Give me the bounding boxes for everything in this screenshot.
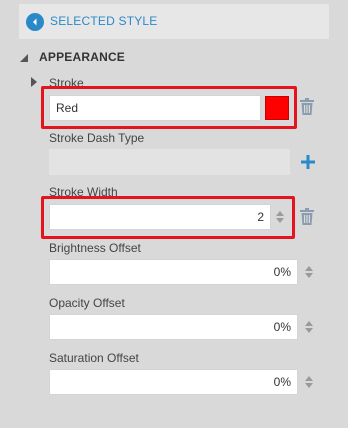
spinner-icon[interactable] bbox=[304, 375, 314, 389]
saturation-offset-label: Saturation Offset bbox=[49, 351, 139, 365]
opacity-offset-label: Opacity Offset bbox=[49, 296, 125, 310]
brightness-offset-label: Brightness Offset bbox=[49, 241, 141, 255]
plus-icon[interactable] bbox=[298, 152, 318, 172]
caret-down-icon[interactable] bbox=[19, 53, 29, 63]
selected-style-header[interactable]: SELECTED STYLE bbox=[19, 4, 329, 39]
spinner-icon[interactable] bbox=[304, 320, 314, 334]
stroke-width-input[interactable]: 2 bbox=[49, 204, 271, 230]
caret-right-icon[interactable] bbox=[29, 76, 39, 88]
brightness-offset-input[interactable]: 0% bbox=[49, 259, 298, 285]
saturation-offset-value: 0% bbox=[273, 375, 291, 389]
brightness-offset-value: 0% bbox=[273, 265, 291, 279]
saturation-offset-input[interactable]: 0% bbox=[49, 369, 298, 395]
stroke-width-value: 2 bbox=[257, 210, 264, 224]
stroke-color-input[interactable]: Red bbox=[49, 95, 261, 121]
opacity-offset-value: 0% bbox=[273, 320, 291, 334]
stroke-value: Red bbox=[56, 101, 79, 115]
opacity-offset-input[interactable]: 0% bbox=[49, 314, 298, 340]
spinner-icon[interactable] bbox=[275, 210, 285, 224]
stroke-dash-type-field[interactable] bbox=[49, 149, 290, 175]
style-properties-panel: SELECTED STYLE APPEARANCE Stroke Red Str… bbox=[0, 0, 348, 428]
stroke-color-swatch[interactable] bbox=[265, 96, 289, 120]
stroke-dash-type-label: Stroke Dash Type bbox=[49, 131, 145, 145]
header-title: SELECTED STYLE bbox=[50, 14, 158, 28]
spinner-icon[interactable] bbox=[304, 265, 314, 279]
back-arrow-icon[interactable] bbox=[26, 13, 44, 31]
trash-icon[interactable] bbox=[300, 208, 314, 225]
trash-icon[interactable] bbox=[300, 98, 314, 115]
section-title: APPEARANCE bbox=[39, 50, 126, 64]
